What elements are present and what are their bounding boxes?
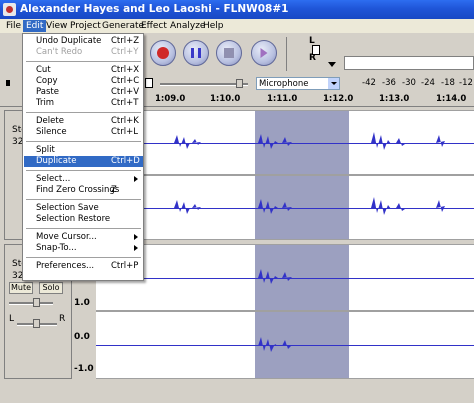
pan-right-label: R: [59, 314, 66, 324]
db-label: -12: [459, 78, 473, 88]
menu-item-selection-save[interactable]: Selection Save: [24, 203, 143, 214]
waveform-channel-left[interactable]: [96, 244, 474, 311]
scale-label: 0.0: [74, 332, 90, 342]
menu-item-redo: Can't Redo Ctrl+Y: [36, 47, 139, 57]
menu-item-delete[interactable]: Delete Ctrl+K: [24, 116, 143, 127]
ruler-label: 1:11.0: [267, 94, 298, 104]
speaker-icon: [312, 45, 320, 55]
menu-item-silence[interactable]: Silence Ctrl+L: [24, 127, 143, 138]
submenu-arrow-icon: [134, 234, 138, 240]
waveform: [174, 132, 445, 150]
waveform: [258, 269, 292, 284]
recording-meter[interactable]: [344, 56, 474, 70]
menu-item-split[interactable]: Split: [24, 145, 143, 156]
submenu-arrow-icon: [134, 245, 138, 251]
submenu-arrow-icon: [134, 176, 138, 182]
menu-item-selection-restore[interactable]: Selection Restore: [24, 214, 143, 225]
pan-knob[interactable]: [33, 319, 40, 328]
waveform-channel-left[interactable]: [96, 110, 474, 175]
db-label: -18: [441, 78, 455, 88]
record-icon: [157, 47, 169, 59]
scale-label: -1.0: [74, 364, 94, 374]
window-title: Alexander Hayes and Leo Laoshi - FLNW08#…: [20, 3, 289, 15]
waveform: [174, 197, 445, 215]
waveform-channel-right[interactable]: [96, 311, 474, 379]
mute-button[interactable]: Mute: [9, 282, 33, 294]
menu-item-cut[interactable]: Cut Ctrl+X: [24, 65, 143, 76]
ruler-label: 1:10.0: [210, 94, 241, 104]
menu-item-paste[interactable]: Paste Ctrl+V: [24, 87, 143, 98]
pause-button[interactable]: [183, 40, 209, 66]
menu-item-undo[interactable]: Undo Duplicate Ctrl+Z: [24, 36, 143, 47]
menu-item-move-cursor[interactable]: Move Cursor...: [24, 232, 143, 243]
menu-item-find-zero-crossings[interactable]: Find Zero Crossings Z: [24, 185, 143, 196]
record-button[interactable]: [150, 40, 176, 66]
waveform-channel-right[interactable]: [96, 175, 474, 240]
input-source-select[interactable]: Microphone: [256, 77, 340, 90]
menu-help[interactable]: Help: [200, 20, 227, 32]
edit-menu: Undo Duplicate Ctrl+Z Can't Redo Ctrl+Y Cu…: [22, 33, 144, 281]
pan-left-label: L: [9, 314, 15, 324]
menu-file[interactable]: File: [3, 20, 24, 32]
meter-dropdown-icon[interactable]: [326, 61, 338, 69]
menu-item-duplicate[interactable]: Duplicate Ctrl+D: [24, 156, 143, 167]
skip-end-icon: [260, 48, 268, 58]
app-icon: [3, 3, 16, 16]
gain-slider[interactable]: [9, 302, 53, 305]
stop-icon: [224, 48, 234, 58]
skip-end-button[interactable]: [251, 40, 277, 66]
stop-button[interactable]: [216, 40, 242, 66]
scale-label: 1.0: [74, 298, 90, 308]
menu-item-preferences[interactable]: Preferences... Ctrl+P: [24, 261, 143, 272]
db-label: -36: [382, 78, 396, 88]
menu-item-copy[interactable]: Copy Ctrl+C: [24, 76, 143, 87]
chevron-down-icon: [328, 78, 339, 89]
title-bar: Alexander Hayes and Leo Laoshi - FLNW08#…: [0, 0, 474, 19]
db-label: -30: [402, 78, 416, 88]
input-volume-knob[interactable]: [236, 79, 243, 88]
volume-icon: [4, 76, 16, 90]
db-label: -42: [362, 78, 376, 88]
menu-bar: File Edit View Project Generate Effect A…: [0, 19, 474, 33]
db-label: -24: [421, 78, 435, 88]
gain-knob[interactable]: [33, 298, 40, 307]
ruler-label: 1:14.0: [436, 94, 467, 104]
menu-effect[interactable]: Effect: [138, 20, 170, 32]
menu-item-trim[interactable]: Trim Ctrl+T: [24, 98, 143, 109]
solo-button[interactable]: Solo: [39, 282, 63, 294]
input-volume-slider[interactable]: [160, 83, 248, 86]
ruler-label: 1:09.0: [155, 94, 186, 104]
mic-icon: [145, 78, 153, 88]
pause-icon: [191, 48, 201, 58]
ruler-label: 1:12.0: [323, 94, 354, 104]
menu-item-select[interactable]: Select...: [24, 174, 143, 185]
waveform: [258, 337, 292, 352]
menu-item-snap-to[interactable]: Snap-To...: [24, 243, 143, 254]
ruler-label: 1:13.0: [379, 94, 410, 104]
